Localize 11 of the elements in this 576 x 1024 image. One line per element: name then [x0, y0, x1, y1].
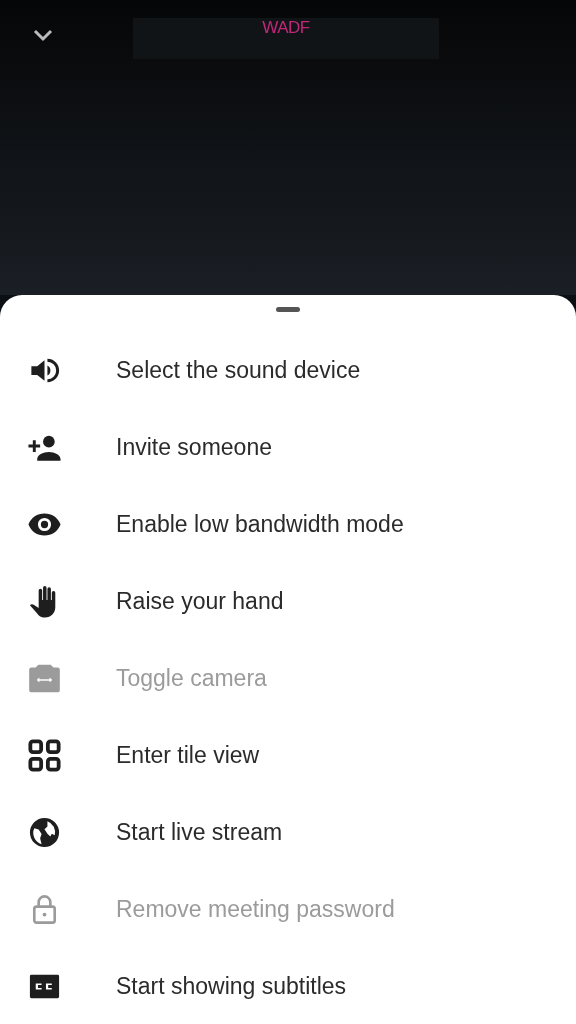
menu-item[interactable]: Start live stream: [0, 794, 576, 871]
menu-item[interactable]: Enable low bandwidth mode: [0, 486, 576, 563]
menu-item[interactable]: Raise your hand: [0, 563, 576, 640]
menu-item[interactable]: Invite someone: [0, 409, 576, 486]
grid-icon: [27, 738, 62, 773]
menu-item[interactable]: Start showing subtitles: [0, 948, 576, 1024]
menu-item[interactable]: Select the sound device: [0, 332, 576, 409]
drag-handle[interactable]: [276, 307, 300, 312]
globe-icon: [27, 815, 62, 850]
logo: WADF: [262, 18, 310, 39]
menu-item[interactable]: Enter tile view: [0, 717, 576, 794]
